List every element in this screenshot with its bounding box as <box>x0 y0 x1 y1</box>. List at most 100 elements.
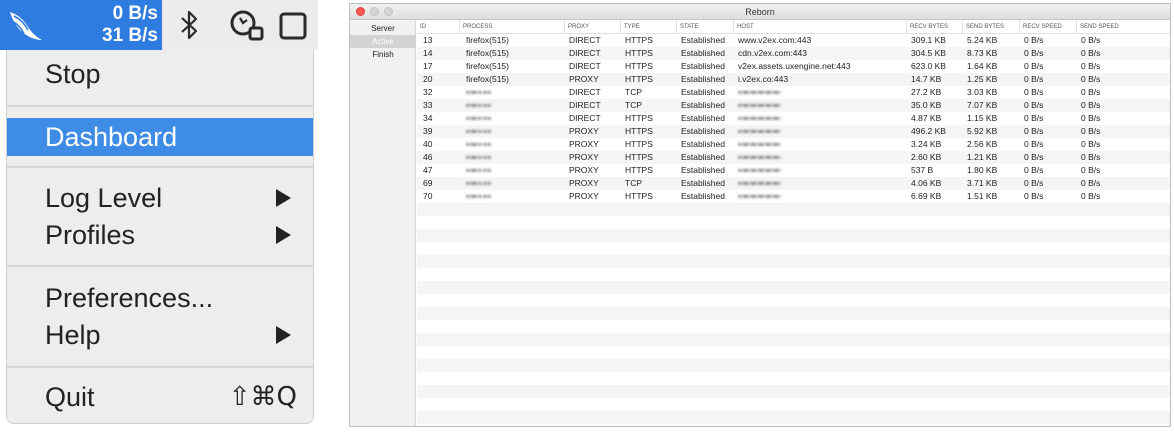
cell-host: i.v2ex.co:443 <box>738 74 789 84</box>
column-header-recv-bytes[interactable]: RECV BYTES <box>907 20 963 34</box>
cell-process: firefox(515) <box>466 74 509 84</box>
cell-type: HTTPS <box>625 165 653 175</box>
menu-item-dashboard[interactable]: Dashboard <box>7 118 313 156</box>
cell-type: HTTPS <box>625 139 653 149</box>
cell-type: HTTPS <box>625 191 653 201</box>
sidebar-item-active[interactable]: Active <box>350 35 416 48</box>
cell-state: Established <box>681 35 725 45</box>
cell-recv-speed: 0 B/s <box>1024 100 1044 110</box>
cell-recv-bytes: 27.2 KB <box>911 87 942 97</box>
window-square-icon[interactable] <box>278 11 308 41</box>
cell-send-speed: 0 B/s <box>1081 35 1101 45</box>
menu-item-label: Help <box>45 320 101 350</box>
column-header-send-speed[interactable]: SEND SPEED <box>1077 20 1170 34</box>
cell-type: TCP <box>625 178 642 188</box>
menu-item-preferences[interactable]: Preferences... <box>7 280 313 316</box>
menu-item-log-level[interactable]: Log Level <box>7 180 313 216</box>
cell-type: HTTPS <box>625 74 653 84</box>
cell-recv-speed: 0 B/s <box>1024 178 1044 188</box>
cell-recv-bytes: 623.0 KB <box>911 61 946 71</box>
cell-state: Established <box>681 165 725 175</box>
cell-proxy: DIRECT <box>569 113 601 123</box>
column-header-state[interactable]: STATE <box>677 20 734 34</box>
redacted-host: ▪▫▪▪▫▪▪▫▪▪▫▪▪▫▪▪▫ <box>738 152 781 162</box>
cell-send-speed: 0 B/s <box>1081 152 1101 162</box>
cell-send-bytes: 5.92 KB <box>967 126 998 136</box>
redacted-host: ▪▫▪▪▫▪▪▫▪▪▫▪▪▫▪▪▫ <box>738 191 781 201</box>
cell-send-speed: 0 B/s <box>1081 87 1101 97</box>
table-row[interactable]: 32 DIRECT TCP Established 27.2 KB 3.03 KB 0 B/… <box>417 86 1170 99</box>
cell-send-speed: 0 B/s <box>1081 100 1101 110</box>
cell-process: firefox(515) <box>466 48 509 58</box>
table-row[interactable]: 70 PROXY HTTPS Established 6.69 KB 1.51 KB 0 B… <box>417 190 1170 203</box>
window-title: Reborn <box>745 7 775 17</box>
cell-send-bytes: 2.56 KB <box>967 139 998 149</box>
submenu-arrow-icon <box>276 189 291 207</box>
column-header-send-bytes[interactable]: SEND BYTES <box>963 20 1020 34</box>
menu-item-quit[interactable]: Quit ⇧⌘Q <box>7 379 313 415</box>
sidebar-item-finish[interactable]: Finish <box>350 48 416 61</box>
column-header-id[interactable]: ID <box>417 20 460 34</box>
table-row[interactable]: 13 firefox(515) DIRECT HTTPS Established www.… <box>417 34 1170 47</box>
table-header: ID PROCESS PROXY TYPE STATE HOST RECV BY… <box>417 20 1170 34</box>
menu-item-help[interactable]: Help <box>7 317 313 353</box>
column-header-type[interactable]: TYPE <box>621 20 677 34</box>
cell-id: 70 <box>423 191 433 201</box>
cell-send-speed: 0 B/s <box>1081 165 1101 175</box>
cell-state: Established <box>681 74 725 84</box>
cell-recv-bytes: 309.1 KB <box>911 35 946 45</box>
table-row[interactable]: 34 DIRECT HTTPS Established 4.87 KB 1.15 KB 0 … <box>417 112 1170 125</box>
menu-separator <box>7 265 313 267</box>
column-header-proxy[interactable]: PROXY <box>565 20 621 34</box>
table-row[interactable]: 69 PROXY TCP Established 4.06 KB 3.71 KB 0 B/s… <box>417 177 1170 190</box>
cell-recv-bytes: 2.60 KB <box>911 152 942 162</box>
cell-id: 47 <box>423 165 433 175</box>
menu-item-stop[interactable]: Stop <box>7 56 313 92</box>
redacted-host: ▪▫▪▪▫▪▪▫▪▪▫▪▪▫▪▪▫ <box>738 165 781 175</box>
cell-proxy: PROXY <box>569 74 599 84</box>
cell-send-bytes: 1.25 KB <box>967 74 998 84</box>
redacted-process: ▪▫▪▪▫▪ ▪▫▪ <box>466 100 491 110</box>
cell-recv-speed: 0 B/s <box>1024 165 1044 175</box>
column-header-recv-speed[interactable]: RECV SPEED <box>1020 20 1077 34</box>
cell-proxy: PROXY <box>569 178 599 188</box>
cell-proxy: DIRECT <box>569 100 601 110</box>
cell-recv-bytes: 14.7 KB <box>911 74 942 84</box>
redacted-host: ▪▫▪▪▫▪▪▫▪▪▫▪▪▫▪▪▫ <box>738 113 781 123</box>
table-row[interactable]: 46 PROXY HTTPS Established 2.60 KB 1.21 KB 0 B… <box>417 151 1170 164</box>
menubar-app-item[interactable]: 0 B/s 31 B/s <box>0 0 162 50</box>
column-header-host[interactable]: HOST <box>734 20 907 34</box>
cell-state: Established <box>681 48 725 58</box>
cell-recv-speed: 0 B/s <box>1024 87 1044 97</box>
redacted-process: ▪▫▪▪▫▪ ▪▫▪ <box>466 113 491 123</box>
cell-state: Established <box>681 100 725 110</box>
cell-id: 34 <box>423 113 433 123</box>
column-header-process[interactable]: PROCESS <box>460 20 565 34</box>
cell-type: HTTPS <box>625 48 653 58</box>
table-row[interactable]: 20 firefox(515) PROXY HTTPS Established i.v2e… <box>417 73 1170 86</box>
cell-send-bytes: 1.51 KB <box>967 191 998 201</box>
table-row[interactable]: 14 firefox(515) DIRECT HTTPS Established cdn.… <box>417 47 1170 60</box>
cell-recv-speed: 0 B/s <box>1024 191 1044 201</box>
table-row[interactable]: 40 PROXY HTTPS Established 3.24 KB 2.56 KB 0 B… <box>417 138 1170 151</box>
bluetooth-icon[interactable] <box>176 10 202 40</box>
download-speed: 31 B/s <box>102 25 158 46</box>
window-titlebar[interactable]: Reborn <box>350 4 1170 20</box>
table-row[interactable]: 33 DIRECT TCP Established 35.0 KB 7.07 KB 0 B/… <box>417 99 1170 112</box>
cell-host: cdn.v2ex.com:443 <box>738 48 807 58</box>
sidebar-item-server[interactable]: Server <box>350 22 416 35</box>
redacted-host: ▪▫▪▪▫▪▪▫▪▪▫▪▪▫▪▪▫ <box>738 178 781 188</box>
cell-state: Established <box>681 152 725 162</box>
cell-proxy: PROXY <box>569 165 599 175</box>
menu-item-profiles[interactable]: Profiles <box>7 217 313 253</box>
cell-id: 14 <box>423 48 433 58</box>
cell-proxy: DIRECT <box>569 35 601 45</box>
search-icon[interactable] <box>228 8 266 42</box>
cell-state: Established <box>681 139 725 149</box>
table-row[interactable]: 39 PROXY HTTPS Established 496.2 KB 5.92 KB 0 … <box>417 125 1170 138</box>
table-row[interactable]: 47 PROXY HTTPS Established 537 B 1.80 KB 0 B/s… <box>417 164 1170 177</box>
cell-recv-speed: 0 B/s <box>1024 113 1044 123</box>
cell-recv-bytes: 3.24 KB <box>911 139 942 149</box>
table-row[interactable]: 17 firefox(515) DIRECT HTTPS Established v2ex… <box>417 60 1170 73</box>
redacted-host: ▪▫▪▪▫▪▪▫▪▪▫▪▪▫▪▪▫ <box>738 100 781 110</box>
